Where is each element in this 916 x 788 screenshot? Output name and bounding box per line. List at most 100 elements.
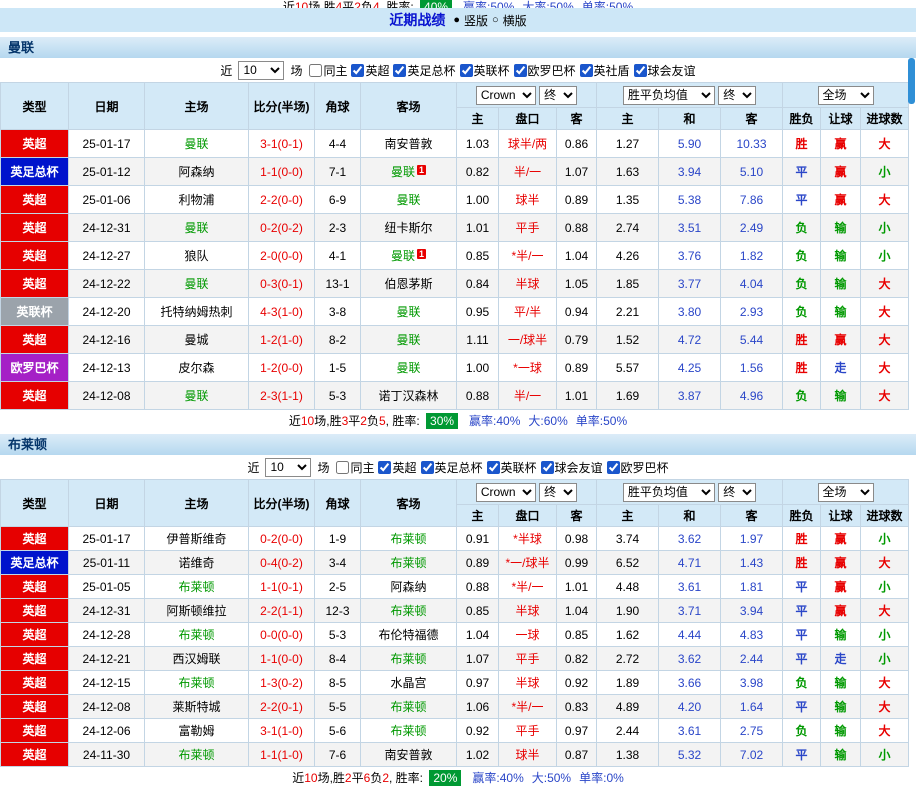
score-cell: 2-3(1-1) xyxy=(248,381,315,410)
corners-cell: 5-3 xyxy=(314,622,361,647)
full-match-select[interactable]: 全场 xyxy=(817,482,874,502)
full-match-select[interactable]: 全场 xyxy=(817,85,874,105)
handicap-result-cell: 输 xyxy=(820,241,862,270)
handicap-result-cell: 走 xyxy=(820,646,862,671)
crown-handicap-cell: 一/球半 xyxy=(498,325,557,354)
team-name-text: 布莱顿 xyxy=(178,676,215,690)
avg-draw-odds-cell: 3.77 xyxy=(658,269,722,298)
league-cell: 英超 xyxy=(0,269,69,298)
matches-tbody: 英超 25-01-17 伊普斯维奇 0-2(0-0) 1-9 布莱顿 0.91 *半球 0.98… xyxy=(0,526,910,767)
filter-option[interactable]: 英足总杯 xyxy=(420,459,483,476)
date-cell: 25-01-11 xyxy=(68,550,145,575)
filter-checkbox[interactable] xyxy=(606,460,620,474)
filter-option[interactable]: 英联杯 xyxy=(459,62,510,79)
filter-checkbox[interactable] xyxy=(420,460,434,474)
stat-segment: 大:60% xyxy=(528,414,568,428)
crown-handicap-cell: 平/半 xyxy=(498,297,557,326)
team-name-text: 布莱顿 xyxy=(178,748,215,762)
recent-count-select[interactable]: 10 xyxy=(265,457,312,477)
corners-cell: 3-4 xyxy=(314,550,361,575)
filter-option[interactable]: 英超 xyxy=(378,459,417,476)
odds-source-select[interactable]: Crown xyxy=(475,482,536,502)
filter-checkbox[interactable] xyxy=(378,460,392,474)
corners-cell: 6-9 xyxy=(314,185,361,214)
date-cell: 24-12-31 xyxy=(68,213,145,242)
result-cell: 负 xyxy=(782,670,822,695)
filter-checkbox[interactable] xyxy=(309,63,323,77)
odds-source-select[interactable]: Crown xyxy=(475,85,536,105)
filter-label: 英超 xyxy=(392,460,417,475)
filter-option[interactable]: 英足总杯 xyxy=(393,62,456,79)
filter-checkbox[interactable] xyxy=(579,63,593,77)
filter-option[interactable]: 同主 xyxy=(336,459,374,476)
filter-option[interactable]: 欧罗巴杯 xyxy=(606,459,669,476)
avg-draw-odds-cell: 3.71 xyxy=(658,598,722,623)
odds-time-select[interactable]: 终 xyxy=(539,85,578,105)
matches-tbody: 英超 25-01-17 曼联 3-1(0-1) 4-4 南安普敦 1.03 球半/两 0.86 1… xyxy=(0,129,910,410)
date-cell: 25-01-17 xyxy=(68,526,145,551)
avg-time-select[interactable]: 终 xyxy=(718,85,757,105)
avg-home-odds-cell: 2.72 xyxy=(596,646,660,671)
filter-checkbox[interactable] xyxy=(633,63,647,77)
team-name-text: 曼联 xyxy=(390,249,415,263)
avg-away-odds-cell: 4.96 xyxy=(720,381,784,410)
crown-home-odds-cell: 0.91 xyxy=(456,526,499,551)
corners-cell: 8-2 xyxy=(314,325,361,354)
away-team-cell: 曼联 xyxy=(360,297,457,326)
stat-segment: 单率:50% xyxy=(575,414,628,428)
avg-time-select[interactable]: 终 xyxy=(718,482,757,502)
full-match-header: 全场 xyxy=(782,82,910,108)
avg-draw-odds-cell: 3.61 xyxy=(658,718,722,743)
away-team-cell: 南安普敦 xyxy=(360,129,457,158)
away-team-cell: 曼联 1 xyxy=(360,241,457,270)
handicap-result-cell: 输 xyxy=(820,213,862,242)
avg-away-odds-cell: 4.83 xyxy=(720,622,784,647)
date-cell: 25-01-12 xyxy=(68,157,145,186)
score-cell: 3-1(1-0) xyxy=(248,718,315,743)
match-row: 英超 24-12-15 布莱顿 1-3(0-2) 8-5 水晶宫 0.97 半球 0.92 1.8… xyxy=(0,670,910,695)
filter-checkbox[interactable] xyxy=(540,460,554,474)
filter-option[interactable]: 英联杯 xyxy=(486,459,537,476)
team-name-text: 曼联 xyxy=(184,221,209,235)
filter-option[interactable]: 英社盾 xyxy=(579,62,630,79)
league-cell: 英超 xyxy=(0,213,69,242)
radio-vertical-label[interactable]: 竖版 xyxy=(464,12,488,29)
filter-checkbox[interactable] xyxy=(513,63,527,77)
section-footer: 近 10 场,胜 3 平 2 负 5, 胜率: 30% 赢率:40% 大:60% 单率:50% xyxy=(0,410,916,431)
score-cell: 2-2(1-1) xyxy=(248,598,315,623)
avg-odds-select[interactable]: 胜平负均值 xyxy=(622,85,715,105)
filter-option[interactable]: 同主 xyxy=(309,62,347,79)
matches-label: 场 xyxy=(290,63,303,78)
date-cell: 25-01-06 xyxy=(68,185,145,214)
avg-away-odds-cell: 10.33 xyxy=(720,129,784,158)
filter-option[interactable]: 欧罗巴杯 xyxy=(513,62,576,79)
filter-checkbox[interactable] xyxy=(351,63,365,77)
filter-option[interactable]: 球会友谊 xyxy=(633,62,696,79)
team-name-text: 布莱顿 xyxy=(390,724,427,738)
recent-count-select[interactable]: 10 xyxy=(238,60,285,80)
radio-unselected-icon[interactable]: ○ xyxy=(492,14,499,26)
team-name-text: 曼联 xyxy=(390,165,415,179)
stat-segment: 2 xyxy=(360,413,367,428)
filter-checkbox[interactable] xyxy=(393,63,407,77)
filter-checkbox[interactable] xyxy=(336,460,350,474)
col-avg-away: 客 xyxy=(720,107,784,130)
crown-handicap-cell: 球半 xyxy=(498,742,557,767)
filter-checkbox[interactable] xyxy=(459,63,473,77)
scrollbar-thumb[interactable] xyxy=(908,58,915,104)
crown-handicap-cell: 半球 xyxy=(498,670,557,695)
match-row: 英联杯 24-12-20 托特纳姆热刺 4-3(1-0) 3-8 曼联 0.95 平/半 0.9… xyxy=(0,297,910,326)
away-team-cell: 诺丁汉森林 xyxy=(360,381,457,410)
filter-option[interactable]: 英超 xyxy=(351,62,389,79)
filter-checkbox[interactable] xyxy=(486,460,500,474)
filter-option[interactable]: 球会友谊 xyxy=(540,459,603,476)
team-name-text: 布莱顿 xyxy=(390,604,427,618)
radio-selected-icon[interactable]: ● xyxy=(453,14,460,26)
avg-away-odds-cell: 1.56 xyxy=(720,353,784,382)
odds-time-select[interactable]: 终 xyxy=(539,482,578,502)
stat-segment: , 胜率: xyxy=(379,0,418,8)
avg-odds-select[interactable]: 胜平负均值 xyxy=(622,482,715,502)
radio-horizontal-label[interactable]: 横版 xyxy=(503,12,527,29)
col-away: 客场 xyxy=(360,82,457,130)
col-goals: 进球数 xyxy=(860,107,910,130)
